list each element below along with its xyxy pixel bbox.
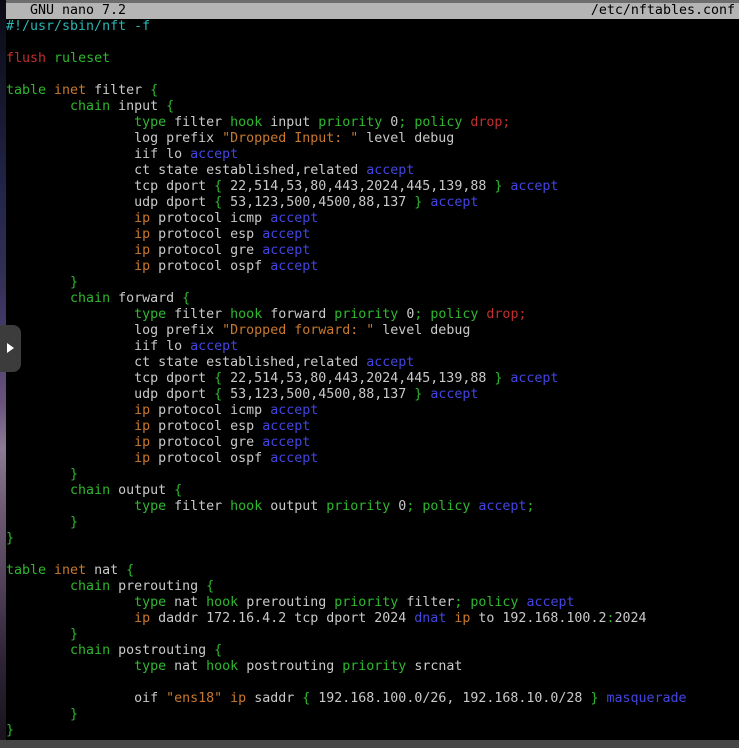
code-line: ip daddr 172.16.4.2 tcp dport 2024 dnat … [6,611,739,627]
code-line [6,67,739,83]
editor-content[interactable]: #!/usr/sbin/nft -f flush ruleset table ine… [6,19,739,739]
code-line: log prefix "Dropped forward: " level deb… [6,323,739,339]
code-line: table inet nat { [6,563,739,579]
code-line: } [6,275,739,291]
code-line [6,547,739,563]
terminal-window[interactable]: GNU nano 7.2 /etc/nftables.conf #!/usr/s… [6,0,739,748]
code-line: iif lo accept [6,147,739,163]
screen: GNU nano 7.2 /etc/nftables.conf #!/usr/s… [0,0,739,748]
code-line [6,675,739,691]
code-line: type filter hook input priority 0; polic… [6,115,739,131]
code-line: tcp dport { 22,514,53,80,443,2024,445,13… [6,179,739,195]
nano-filename: /etc/nftables.conf [591,3,739,19]
code-line: } [6,723,739,739]
code-line: udp dport { 53,123,500,4500,88,137 } acc… [6,387,739,403]
code-line: ip protocol esp accept [6,419,739,435]
code-line: type filter hook output priority 0; poli… [6,499,739,515]
code-line: ct state established,related accept [6,163,739,179]
arrow-right-icon [7,343,14,353]
code-line: ct state established,related accept [6,355,739,371]
code-line: iif lo accept [6,339,739,355]
control-bar-handle[interactable] [0,325,21,372]
code-line: chain postrouting { [6,643,739,659]
code-line: tcp dport { 22,514,53,80,443,2024,445,13… [6,371,739,387]
code-line: ip protocol gre accept [6,435,739,451]
code-line: chain forward { [6,291,739,307]
code-line: ip protocol ospf accept [6,259,739,275]
code-line: chain input { [6,99,739,115]
code-line: } [6,515,739,531]
nano-version-label: GNU nano 7.2 [6,3,126,19]
nano-titlebar: GNU nano 7.2 /etc/nftables.conf [6,3,739,19]
code-line: chain prerouting { [6,579,739,595]
code-line: ip protocol gre accept [6,243,739,259]
code-line [6,35,739,51]
code-line: ip protocol ospf accept [6,451,739,467]
bottom-bar [0,740,739,748]
code-line: chain output { [6,483,739,499]
code-line: flush ruleset [6,51,739,67]
code-line: ip protocol icmp accept [6,403,739,419]
code-line: oif "ens18" ip saddr { 192.168.100.0/26,… [6,691,739,707]
code-line: } [6,531,739,547]
code-line: } [6,467,739,483]
code-line: ip protocol esp accept [6,227,739,243]
code-line: } [6,627,739,643]
code-line: type filter hook forward priority 0; pol… [6,307,739,323]
code-line: table inet filter { [6,83,739,99]
code-line: type nat hook prerouting priority filter… [6,595,739,611]
code-line: type nat hook postrouting priority srcna… [6,659,739,675]
code-line: } [6,707,739,723]
code-line: #!/usr/sbin/nft -f [6,19,739,35]
code-line: udp dport { 53,123,500,4500,88,137 } acc… [6,195,739,211]
code-line: ip protocol icmp accept [6,211,739,227]
code-line: log prefix "Dropped Input: " level debug [6,131,739,147]
